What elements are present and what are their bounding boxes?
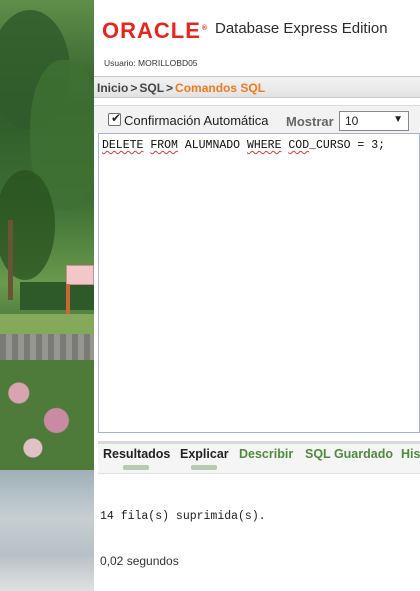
wallpaper-hedge bbox=[20, 282, 94, 310]
execution-time: 0,02 segundos bbox=[100, 554, 179, 568]
tab-describir[interactable]: Describir bbox=[239, 447, 293, 461]
tab-sql-guardado[interactable]: SQL Guardado bbox=[305, 447, 393, 461]
sql-space bbox=[178, 139, 185, 152]
mostrar-label: Mostrar bbox=[286, 114, 334, 129]
current-user: Usuario: MORILLOBD05 bbox=[104, 58, 198, 68]
wallpaper-flowers bbox=[0, 360, 94, 470]
results-tabs: Resultados Explicar Describir SQL Guarda… bbox=[98, 444, 420, 474]
wallpaper-lawn bbox=[0, 314, 94, 334]
breadcrumb-separator: > bbox=[166, 81, 174, 95]
mostrar-select[interactable]: 10 ▼ bbox=[339, 111, 409, 131]
autocommit-label[interactable]: Confirmación Automática bbox=[124, 113, 269, 128]
oracle-xe-window: ORACLE® Database Express Edition Usuario… bbox=[94, 0, 420, 591]
oracle-logo: ORACLE® bbox=[102, 18, 208, 44]
breadcrumb-bar: Inicio > SQL > Comandos SQL bbox=[94, 76, 420, 98]
tab-indicator bbox=[191, 465, 217, 470]
sql-toolbar: ✔ Confirmación Automática Mostrar 10 ▼ bbox=[94, 105, 420, 133]
registered-mark: ® bbox=[201, 24, 209, 32]
sql-column-curso: _CURSO bbox=[309, 139, 351, 152]
sql-keyword-delete: DELETE bbox=[102, 139, 144, 152]
sql-statement: DELETE FROM ALUMNADO WHERE COD_CURSO = 3… bbox=[102, 139, 385, 152]
sql-column-cod: COD bbox=[288, 139, 310, 152]
desktop-wallpaper bbox=[0, 0, 94, 591]
tab-resultados[interactable]: Resultados bbox=[103, 447, 170, 461]
breadcrumb: Inicio > SQL > Comandos SQL bbox=[97, 81, 265, 95]
tab-explicar[interactable]: Explicar bbox=[180, 447, 229, 461]
oracle-logo-text: ORACLE bbox=[102, 18, 201, 43]
sql-keyword-where: WHERE bbox=[246, 139, 282, 152]
breadcrumb-current: Comandos SQL bbox=[175, 81, 266, 95]
app-header: ORACLE® Database Express Edition Usuario… bbox=[94, 0, 420, 70]
autocommit-checkbox[interactable]: ✔ bbox=[108, 111, 122, 126]
wallpaper-stone-wall bbox=[0, 334, 94, 362]
wallpaper-sign bbox=[66, 265, 94, 285]
tab-historial[interactable]: His bbox=[401, 447, 420, 461]
sql-editor[interactable]: DELETE FROM ALUMNADO WHERE COD_CURSO = 3… bbox=[98, 133, 420, 433]
tab-indicator bbox=[123, 465, 149, 470]
breadcrumb-sql[interactable]: SQL bbox=[139, 81, 164, 95]
breadcrumb-separator: > bbox=[130, 81, 138, 95]
sql-space bbox=[240, 139, 247, 152]
mostrar-select-value: 10 bbox=[345, 114, 359, 128]
checkmark-icon: ✔ bbox=[111, 111, 122, 125]
wallpaper-water bbox=[0, 470, 94, 591]
sql-table-name: ALUMNADO bbox=[184, 139, 241, 152]
breadcrumb-inicio[interactable]: Inicio bbox=[97, 81, 128, 95]
dropdown-arrow-icon: ▼ bbox=[393, 114, 403, 125]
wallpaper-trunk bbox=[8, 220, 13, 300]
product-name: Database Express Edition bbox=[215, 20, 388, 37]
sql-keyword-from: FROM bbox=[150, 139, 178, 152]
sql-condition: = 3; bbox=[350, 139, 386, 152]
result-message: 14 fila(s) suprimida(s). bbox=[100, 510, 266, 523]
